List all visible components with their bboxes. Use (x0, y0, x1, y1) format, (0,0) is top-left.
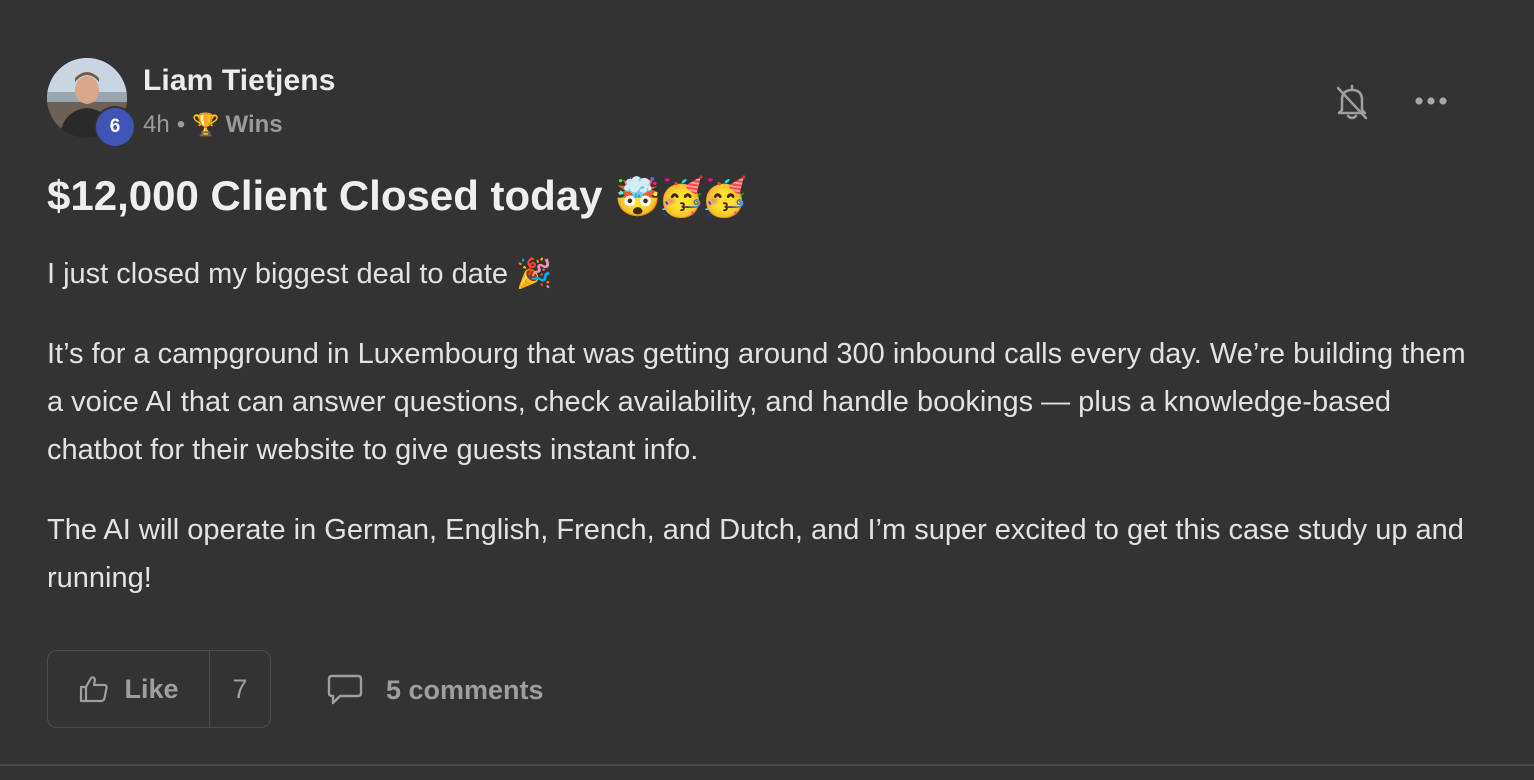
bell-off-icon (1336, 84, 1368, 120)
post-time[interactable]: 4h (143, 111, 170, 139)
post-title-text: $12,000 Client Closed today (47, 172, 603, 219)
comments-button[interactable]: 5 comments (326, 670, 544, 710)
post-meta: 4h • 🏆 Wins (143, 111, 283, 139)
trophy-icon: 🏆 (192, 112, 220, 137)
like-group: Like 7 (47, 650, 271, 728)
like-button[interactable]: Like (48, 651, 210, 727)
author-name[interactable]: Liam Tietjens (143, 64, 335, 98)
title-emojis: 🤯🥳🥳 (614, 177, 748, 219)
like-label: Like (124, 673, 179, 704)
like-count[interactable]: 7 (210, 651, 270, 727)
post-category[interactable]: Wins (226, 111, 283, 139)
post-paragraph-1: I just closed my biggest deal to date 🎉 (47, 258, 553, 290)
post-title: $12,000 Client Closed today 🤯🥳🥳 (47, 172, 748, 220)
post-paragraph-2: It’s for a campground in Luxembourg that… (47, 338, 1466, 466)
divider (0, 764, 1534, 766)
post-card: 6 Liam Tietjens 4h • 🏆 Wins $12,000 Clie… (0, 0, 1534, 780)
more-options-button[interactable] (1410, 86, 1454, 116)
bell-off-button[interactable] (1334, 82, 1370, 122)
meta-separator: • (176, 111, 186, 138)
more-horizontal-icon (1415, 97, 1447, 105)
level-badge: 6 (96, 108, 134, 146)
thumbs-up-icon (80, 676, 109, 703)
comment-bubble-icon (327, 674, 363, 705)
comments-label: 5 comments (386, 674, 544, 705)
post-paragraph-3: The AI will operate in German, English, … (47, 514, 1464, 594)
